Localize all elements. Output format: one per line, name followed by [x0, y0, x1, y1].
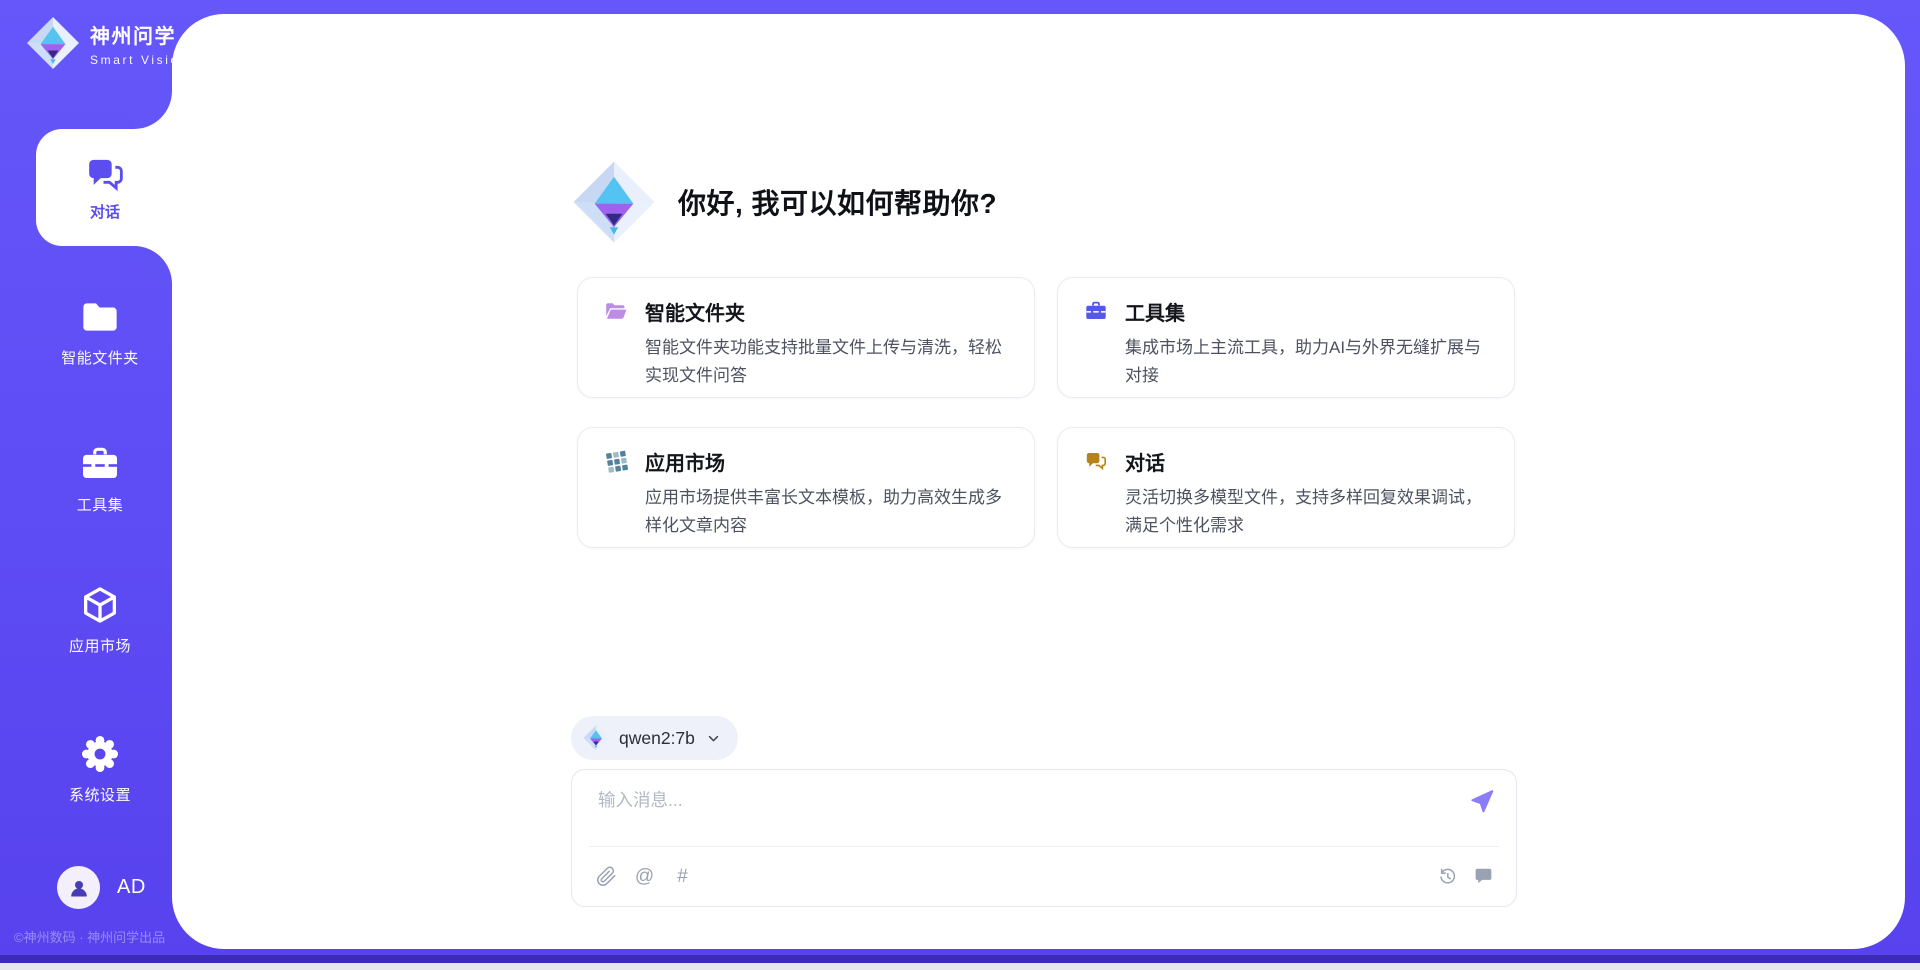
- message-icon[interactable]: [1473, 866, 1494, 887]
- chat-icon: [1084, 449, 1108, 473]
- card-chat[interactable]: 对话 灵活切换多模型文件，支持多样回复效果调试，满足个性化需求: [1057, 427, 1515, 548]
- brand: 神州问学 Smart Vision: [26, 16, 189, 70]
- brand-subtitle: Smart Vision: [90, 53, 189, 67]
- sidebar-item-chat[interactable]: 对话: [36, 129, 174, 246]
- avatar: [57, 866, 100, 909]
- brand-diamond-icon: [26, 16, 80, 70]
- send-icon[interactable]: [1468, 787, 1496, 815]
- sidebar-item-toolset[interactable]: 工具集: [28, 443, 172, 515]
- model-selector[interactable]: qwen2:7b: [571, 716, 738, 760]
- grid-icon: [604, 449, 628, 473]
- at-icon[interactable]: @: [634, 866, 655, 887]
- sidebar-item-label: 工具集: [77, 494, 124, 515]
- sidebar-item-label: 应用市场: [69, 635, 131, 656]
- main-content-panel: 你好, 我可以如何帮助你? 智能文件夹 智能文件夹功能支持批量文件上传与清洗，轻…: [172, 14, 1905, 949]
- open-folder-icon: [604, 299, 628, 323]
- card-title: 应用市场: [645, 447, 725, 476]
- window-edge-dark: [0, 955, 1920, 963]
- sidebar-item-settings[interactable]: 系统设置: [28, 733, 172, 805]
- user-profile[interactable]: AD: [57, 866, 146, 909]
- model-name: qwen2:7b: [619, 728, 695, 749]
- card-title: 对话: [1125, 447, 1165, 476]
- model-diamond-icon: [583, 725, 609, 751]
- briefcase-icon: [1084, 299, 1108, 323]
- card-toolset[interactable]: 工具集 集成市场上主流工具，助力AI与外界无缝扩展与对接: [1057, 277, 1515, 398]
- person-icon: [66, 875, 92, 901]
- chat-icon: [85, 154, 125, 194]
- sidebar-item-label: 对话: [90, 201, 120, 222]
- brand-diamond-icon: [572, 160, 656, 244]
- card-description: 灵活切换多模型文件，支持多样回复效果调试，满足个性化需求: [1125, 484, 1488, 540]
- cube-icon: [79, 584, 121, 626]
- copyright-text: ©神州数码 · 神州问学出品: [14, 927, 165, 946]
- hash-icon[interactable]: #: [672, 866, 693, 887]
- sidebar-item-label: 智能文件夹: [61, 347, 139, 368]
- gear-icon: [79, 733, 121, 775]
- paperclip-icon[interactable]: [596, 866, 617, 887]
- app-window: 你好, 我可以如何帮助你? 智能文件夹 智能文件夹功能支持批量文件上传与清洗，轻…: [0, 0, 1920, 970]
- history-icon[interactable]: [1437, 866, 1458, 887]
- card-description: 应用市场提供丰富长文本模板，助力高效生成多样化文章内容: [645, 484, 1008, 540]
- card-title: 工具集: [1125, 297, 1185, 326]
- greeting-block: 你好, 我可以如何帮助你?: [572, 160, 997, 244]
- card-smart-folder[interactable]: 智能文件夹 智能文件夹功能支持批量文件上传与清洗，轻松实现文件问答: [577, 277, 1035, 398]
- card-description: 集成市场上主流工具，助力AI与外界无缝扩展与对接: [1125, 334, 1488, 390]
- card-description: 智能文件夹功能支持批量文件上传与清洗，轻松实现文件问答: [645, 334, 1008, 390]
- sidebar-item-smart-folder[interactable]: 智能文件夹: [28, 296, 172, 368]
- folder-icon: [79, 296, 121, 338]
- composer-divider: [589, 846, 1499, 847]
- brand-name: 神州问学: [90, 20, 189, 49]
- feature-cards: 智能文件夹 智能文件夹功能支持批量文件上传与清洗，轻松实现文件问答: [577, 277, 1517, 548]
- card-title: 智能文件夹: [645, 297, 745, 326]
- user-name: AD: [117, 876, 146, 899]
- greeting-text: 你好, 我可以如何帮助你?: [678, 182, 997, 222]
- composer: @ #: [571, 769, 1517, 907]
- tab-fillet-bottom: [134, 246, 172, 284]
- sidebar-item-label: 系统设置: [69, 784, 131, 805]
- tab-fillet-top: [134, 91, 172, 129]
- message-input[interactable]: [596, 785, 1456, 837]
- card-app-market[interactable]: 应用市场 应用市场提供丰富长文本模板，助力高效生成多样化文章内容: [577, 427, 1035, 548]
- chevron-down-icon: [705, 730, 722, 747]
- sidebar-item-app-market[interactable]: 应用市场: [28, 584, 172, 656]
- window-edge-light: [0, 963, 1920, 970]
- briefcase-icon: [79, 443, 121, 485]
